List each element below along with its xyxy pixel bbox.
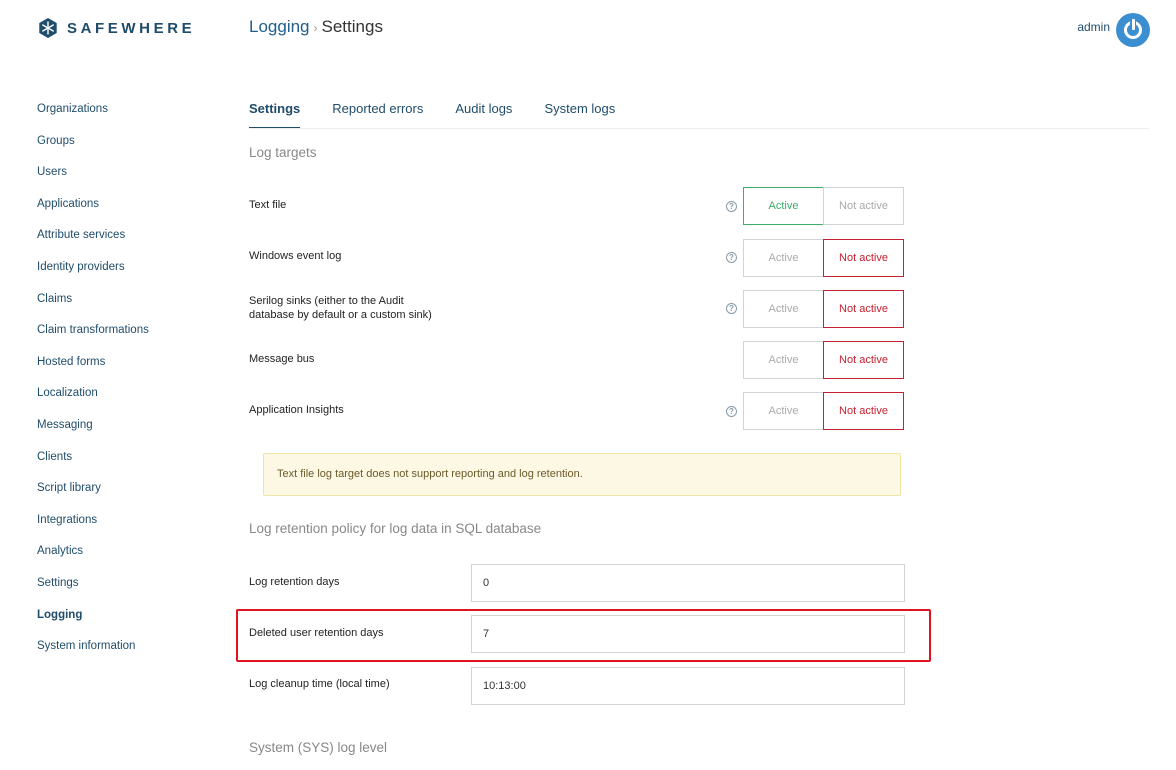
sidebar-item-analytics[interactable]: Analytics	[37, 543, 149, 575]
sidebar-item-clients[interactable]: Clients	[37, 449, 149, 481]
breadcrumb-parent[interactable]: Logging	[249, 17, 310, 36]
windows-event-log-toggle: Active Not active	[743, 239, 904, 277]
power-icon[interactable]	[1116, 13, 1150, 47]
warning-notice: Text file log target does not support re…	[263, 453, 901, 496]
page-title: Settings	[321, 17, 383, 36]
windows-event-log-active-button[interactable]: Active	[743, 239, 824, 277]
sidebar-item-integrations[interactable]: Integrations	[37, 512, 149, 544]
serilog-sinks-toggle: Active Not active	[743, 290, 904, 328]
log-cleanup-time-input[interactable]: 10:13:00	[471, 667, 905, 705]
retention-heading: Log retention policy for log data in SQL…	[249, 521, 542, 536]
serilog-sinks-label-line2: database by default or a custom sink)	[249, 309, 432, 321]
log-retention-days-label: Log retention days	[249, 576, 340, 588]
sidebar-item-system-information[interactable]: System information	[37, 638, 149, 670]
log-cleanup-time-label: Log cleanup time (local time)	[249, 678, 390, 690]
application-insights-toggle: Active Not active	[743, 392, 904, 430]
tab-divider	[249, 128, 1149, 129]
text-file-toggle: Active Not active	[743, 187, 904, 225]
application-insights-active-button[interactable]: Active	[743, 392, 824, 430]
help-icon[interactable]: ?	[726, 406, 737, 417]
serilog-sinks-active-button[interactable]: Active	[743, 290, 824, 328]
sidebar-item-messaging[interactable]: Messaging	[37, 417, 149, 449]
serilog-sinks-not-active-button[interactable]: Not active	[823, 290, 904, 328]
user-name[interactable]: admin	[1077, 20, 1110, 34]
text-file-active-button[interactable]: Active	[743, 187, 824, 225]
message-bus-active-button[interactable]: Active	[743, 341, 824, 379]
sidebar-item-localization[interactable]: Localization	[37, 385, 149, 417]
text-file-label: Text file	[249, 199, 287, 211]
message-bus-not-active-button[interactable]: Not active	[823, 341, 904, 379]
sidebar-item-script-library[interactable]: Script library	[37, 480, 149, 512]
sidebar-item-claims[interactable]: Claims	[37, 291, 149, 323]
snowflake-icon	[39, 18, 57, 38]
highlight-box	[236, 609, 931, 662]
sidebar: Organizations Groups Users Applications …	[37, 101, 149, 670]
help-icon[interactable]: ?	[726, 303, 737, 314]
tab-bar: Settings Reported errors Audit logs Syst…	[249, 101, 647, 129]
brand-name: SAFEWHERE	[67, 19, 196, 37]
sys-log-level-heading: System (SYS) log level	[249, 740, 388, 755]
sidebar-item-hosted-forms[interactable]: Hosted forms	[37, 354, 149, 386]
sidebar-item-organizations[interactable]: Organizations	[37, 101, 149, 133]
sidebar-item-attribute-services[interactable]: Attribute services	[37, 227, 149, 259]
message-bus-toggle: Active Not active	[743, 341, 904, 379]
sidebar-item-identity-providers[interactable]: Identity providers	[37, 259, 149, 291]
sidebar-item-settings[interactable]: Settings	[37, 575, 149, 607]
user-menu[interactable]: admin	[1077, 13, 1150, 47]
message-bus-label: Message bus	[249, 353, 315, 365]
sidebar-item-claim-transformations[interactable]: Claim transformations	[37, 322, 149, 354]
windows-event-log-not-active-button[interactable]: Not active	[823, 239, 904, 277]
tab-system-logs[interactable]: System logs	[544, 101, 615, 129]
tab-settings[interactable]: Settings	[249, 101, 301, 129]
sidebar-item-groups[interactable]: Groups	[37, 133, 149, 165]
breadcrumb: Logging › Settings	[249, 17, 383, 37]
sidebar-item-logging[interactable]: Logging	[37, 607, 149, 639]
log-retention-days-input[interactable]: 0	[471, 564, 905, 602]
serilog-sinks-label-line1: Serilog sinks (either to the Audit	[249, 295, 404, 307]
text-file-not-active-button[interactable]: Not active	[823, 187, 904, 225]
sidebar-item-applications[interactable]: Applications	[37, 196, 149, 228]
breadcrumb-separator: ›	[313, 21, 318, 35]
serilog-sinks-label: Serilog sinks (either to the Audit datab…	[249, 294, 432, 322]
application-insights-label: Application Insights	[249, 404, 344, 416]
windows-event-log-label: Windows event log	[249, 250, 342, 262]
sidebar-item-users[interactable]: Users	[37, 164, 149, 196]
application-insights-not-active-button[interactable]: Not active	[823, 392, 904, 430]
help-icon[interactable]: ?	[726, 201, 737, 212]
log-targets-heading: Log targets	[249, 145, 317, 160]
tab-reported-errors[interactable]: Reported errors	[332, 101, 423, 129]
help-icon[interactable]: ?	[726, 252, 737, 263]
safewhere-logo[interactable]: SAFEWHERE	[37, 17, 195, 39]
tab-audit-logs[interactable]: Audit logs	[455, 101, 512, 129]
